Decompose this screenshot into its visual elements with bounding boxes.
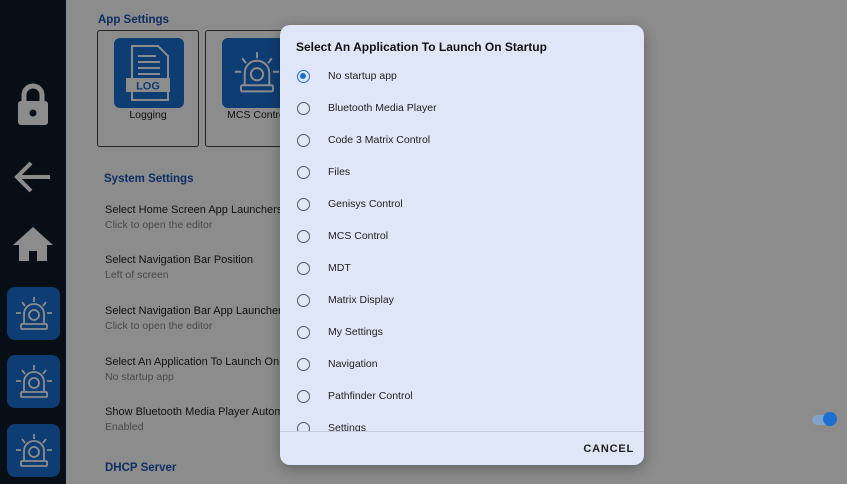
radio-button[interactable] (297, 357, 310, 371)
dialog-divider (280, 431, 644, 432)
option-label: MDT (328, 262, 351, 274)
radio-button[interactable] (297, 133, 310, 147)
option-navigation[interactable]: Navigation (280, 348, 644, 380)
startup-app-dialog: Select An Application To Launch On Start… (280, 25, 644, 465)
option-bluetooth-media-player[interactable]: Bluetooth Media Player (280, 92, 644, 124)
option-code3-matrix-control[interactable]: Code 3 Matrix Control (280, 124, 644, 156)
option-mcs-control[interactable]: MCS Control (280, 220, 644, 252)
radio-button[interactable] (297, 261, 310, 275)
option-label: Navigation (328, 358, 378, 370)
option-label: No startup app (328, 70, 397, 82)
option-label: Bluetooth Media Player (328, 102, 437, 114)
bluetooth-toggle-knob[interactable] (823, 412, 837, 426)
option-label: MCS Control (328, 230, 389, 242)
option-files[interactable]: Files (280, 156, 644, 188)
radio-button[interactable] (297, 197, 310, 211)
option-label: Genisys Control (328, 198, 403, 210)
option-mdt[interactable]: MDT (280, 252, 644, 284)
option-settings[interactable]: Settings (280, 412, 644, 432)
radio-button[interactable] (297, 325, 310, 339)
option-label: My Settings (328, 326, 383, 338)
option-pathfinder-control[interactable]: Pathfinder Control (280, 380, 644, 412)
option-genisys-control[interactable]: Genisys Control (280, 188, 644, 220)
radio-button[interactable] (297, 165, 310, 179)
radio-button[interactable] (297, 101, 310, 115)
option-matrix-display[interactable]: Matrix Display (280, 284, 644, 316)
option-label: Code 3 Matrix Control (328, 134, 431, 146)
option-label: Files (328, 166, 351, 178)
radio-button[interactable] (297, 389, 310, 403)
option-my-settings[interactable]: My Settings (280, 316, 644, 348)
option-no-startup-app[interactable]: No startup app (280, 60, 644, 92)
options-list[interactable]: No startup app Bluetooth Media Player Co… (280, 60, 644, 432)
radio-button[interactable] (297, 293, 310, 307)
radio-button[interactable] (297, 69, 310, 83)
cancel-button[interactable]: CANCEL (583, 443, 634, 455)
option-label: Pathfinder Control (328, 390, 413, 402)
radio-button[interactable] (297, 229, 310, 243)
dialog-title: Select An Application To Launch On Start… (296, 40, 547, 54)
option-label: Matrix Display (328, 294, 394, 306)
